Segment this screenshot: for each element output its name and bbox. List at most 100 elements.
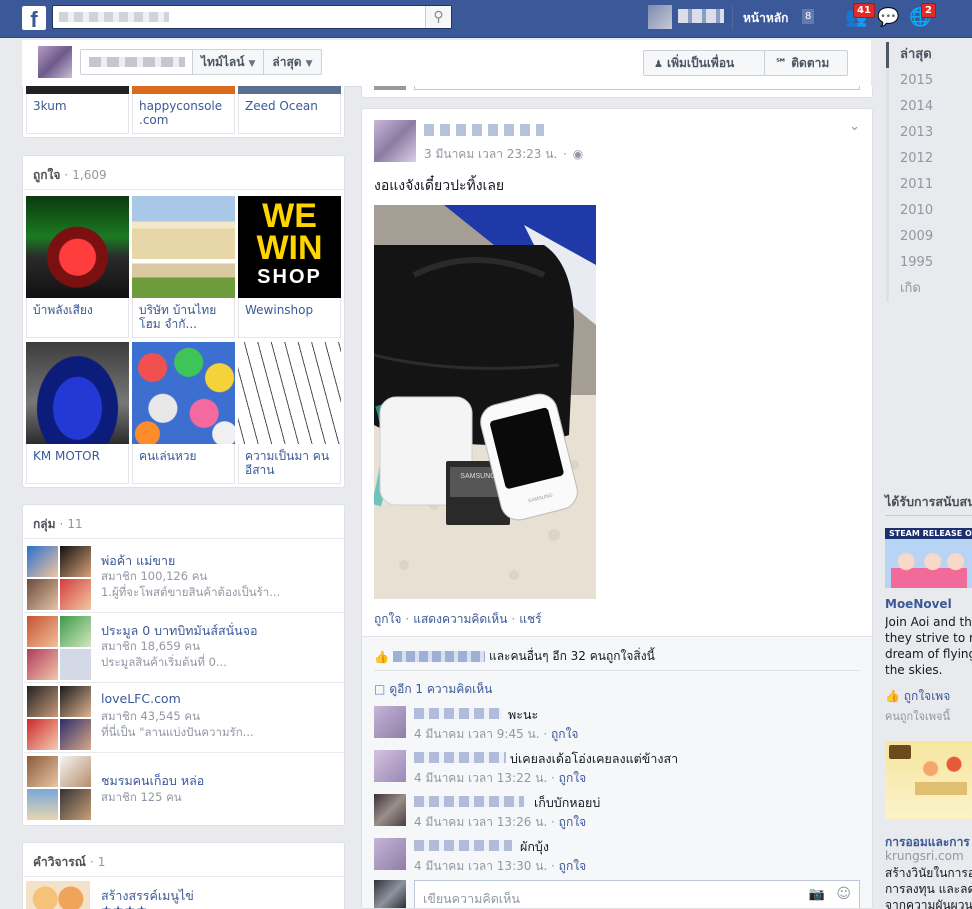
liked-page-name[interactable]: บ้าพลังเสียง [26,298,129,338]
group-item[interactable]: ประมูล 0 บาทบิทมันส์สนั่นจอ สมาชิก 18,65… [24,613,344,683]
ad-like-page-button[interactable]: 👍 ถูกใจเพจ [885,687,950,706]
search-icon[interactable]: ⚲ [425,6,451,28]
profile-name-blurred[interactable] [678,9,724,23]
commenter-name-blurred[interactable] [414,796,524,807]
timeline-breadcrumb: ไทม์ไลน์ ▼ ล่าสุด ▼ [80,49,322,75]
group-item[interactable]: loveLFC.com สมาชิก 43,545 คน ที่นี่เป็น … [24,683,344,753]
liked-page-tile[interactable]: บ้าพลังเสียง [26,196,129,338]
view-more-comments[interactable]: □ ดูอีก 1 ความคิดเห็น [374,680,492,699]
liked-page-tile[interactable]: บริษัท บ้านไทยโฮม จำกั... [132,196,235,338]
globe-privacy-icon[interactable]: ◉ [573,147,583,161]
comment-like-link[interactable]: ถูกใจ [559,859,586,873]
comment-time[interactable]: 4 มีนาคม เวลา 13:30 น. [414,859,547,873]
commenter-avatar[interactable] [374,706,406,738]
friend-name[interactable]: 3kum [26,94,129,134]
reviews-title[interactable]: คำวิจารณ์ [33,855,86,869]
year-2009[interactable]: 2009 [886,224,972,250]
year-2011[interactable]: 2011 [886,172,972,198]
liker-name-blurred[interactable] [392,651,485,662]
top-bar: f ⚲ หน้าหลัก 8 👥 41 💬 🌐 2 [0,0,972,38]
comment-time[interactable]: 4 มีนาคม เวลา 13:22 น. [414,771,547,785]
friend-tile[interactable]: 3kum [26,86,129,134]
liked-page-tile[interactable]: WE WIN SHOP Wewinshop [238,196,341,338]
likes-card: ถูกใจ · 1,609 บ้าพลังเสียง บริษัท บ้านไทยโ… [22,155,345,488]
friend-name[interactable]: Zeed Ocean [238,94,341,134]
liked-page-tile[interactable]: KM MOTOR [26,342,129,484]
likes-title[interactable]: ถูกใจ [33,168,60,182]
commenter-name-blurred[interactable] [414,840,512,851]
follow-button[interactable]: ℠ ติดตาม [764,50,848,76]
comment-input[interactable]: เขียนความคิดเห็น 📷 ☺ [414,880,860,908]
post-author-name-blurred[interactable] [424,124,544,136]
home-count-badge: 8 [802,9,815,24]
recent-dropdown[interactable]: ล่าสุด ▼ [264,50,320,74]
post-time-text[interactable]: 3 มีนาคม เวลา 23:23 น. [424,147,557,161]
profile-avatar[interactable] [648,5,672,29]
messages-icon[interactable]: 💬 [877,7,899,29]
share-link[interactable]: แชร์ [519,612,541,626]
ad-page-likes-meta: คนถูกใจเพจนี้ [885,710,950,723]
group-name[interactable]: ชมรมคนเก็อบ หล่อ [101,771,204,791]
friend-tile[interactable]: happyconsole .com [132,86,235,134]
post-photo[interactable]: SAMSUNG SAMSUNG [374,205,596,599]
comment-like-link[interactable]: ถูกใจ [559,815,586,829]
wewin-logo-line: SHOP [257,266,322,288]
add-friend-button[interactable]: ♟ เพิ่มเป็นเพื่อน [643,50,765,76]
liked-page-name[interactable]: KM MOTOR [26,444,129,484]
post-author-avatar[interactable] [374,120,416,162]
group-item[interactable]: พ่อค้า แม่ขาย สมาชิก 100,126 คน 1.ผู้ที่… [24,543,344,613]
commenter-avatar[interactable] [374,750,406,782]
year-recent[interactable]: ล่าสุด [886,42,972,68]
timeline-dropdown[interactable]: ไทม์ไลน์ ▼ [193,50,265,74]
friend-name[interactable]: happyconsole .com [132,94,235,134]
post-timestamp[interactable]: 3 มีนาคม เวลา 23:23 น. · ◉ [424,145,583,164]
profile-name-blurred[interactable] [81,50,193,74]
facebook-logo[interactable]: f [22,6,46,32]
year-2014[interactable]: 2014 [886,94,972,120]
year-2015[interactable]: 2015 [886,68,972,94]
liked-page-tile[interactable]: คนเล่นหวย [132,342,235,484]
comment-link[interactable]: แสดงความคิดเห็น [413,612,507,626]
liked-page-name[interactable]: ความเป็นมา คนอีสาน [238,444,341,484]
liked-page-name[interactable]: บริษัท บ้านไทยโฮม จำกั... [132,298,235,338]
battery-brand: SAMSUNG [460,473,495,480]
comment-like-link[interactable]: ถูกใจ [559,771,586,785]
liked-page-photo [132,342,235,444]
year-born[interactable]: เกิด [886,276,972,302]
group-item[interactable]: ชมรมคนเก็อบ หล่อ สมาชิก 125 คน [24,753,344,823]
year-1995[interactable]: 1995 [886,250,972,276]
camera-icon[interactable]: 📷 [809,887,825,902]
ad-krungsri-image[interactable] [885,741,972,819]
commenter-name-blurred[interactable] [414,752,506,763]
groups-title[interactable]: กลุ่ม [33,517,56,531]
friend-tile[interactable]: Zeed Ocean [238,86,341,134]
friend-photo [238,86,341,94]
comment-time[interactable]: 4 มีนาคม เวลา 13:26 น. [414,815,547,829]
liked-page-tile[interactable]: ความเป็นมา คนอีสาน [238,342,341,484]
more-comments-label[interactable]: ดูอีก 1 ความคิดเห็น [389,682,492,696]
liked-page-name[interactable]: คนเล่นหวย [132,444,235,484]
profile-thumbnail[interactable] [38,46,72,78]
friend-photo [132,86,235,94]
commenter-name-blurred[interactable] [414,708,502,719]
comment-like-link[interactable]: ถูกใจ [551,727,578,741]
post-options-chevron-icon[interactable]: ⌄ [849,119,860,134]
group-name[interactable]: loveLFC.com [101,691,181,706]
search-input[interactable]: ⚲ [52,5,452,29]
likes-summary-text[interactable]: และคนอื่นๆ อีก 32 คนถูกใจสิ่งนี้ [489,647,655,666]
liked-page-name[interactable]: Wewinshop [238,298,341,338]
year-2013[interactable]: 2013 [886,120,972,146]
like-link[interactable]: ถูกใจ [374,612,401,626]
emoji-icon[interactable]: ☺ [836,886,851,902]
ad-krungsri-url[interactable]: krungsri.com [885,849,964,863]
comment-item: บ่เคยลงเด้อโอ่งเคยลงแต่ข้างสา 4 มีนาคม เ… [374,748,860,792]
year-2012[interactable]: 2012 [886,146,972,172]
reviews-count: 1 [97,855,106,869]
ad-moenovel-title[interactable]: MoeNovel [885,597,952,611]
home-link[interactable]: หน้าหลัก [743,9,788,28]
commenter-avatar[interactable] [374,794,406,826]
year-2010[interactable]: 2010 [886,198,972,224]
ad-moenovel-image[interactable]: STEAM RELEASE OFFICIAL [885,528,972,588]
commenter-avatar[interactable] [374,838,406,870]
comment-time[interactable]: 4 มีนาคม เวลา 9:45 น. [414,727,540,741]
